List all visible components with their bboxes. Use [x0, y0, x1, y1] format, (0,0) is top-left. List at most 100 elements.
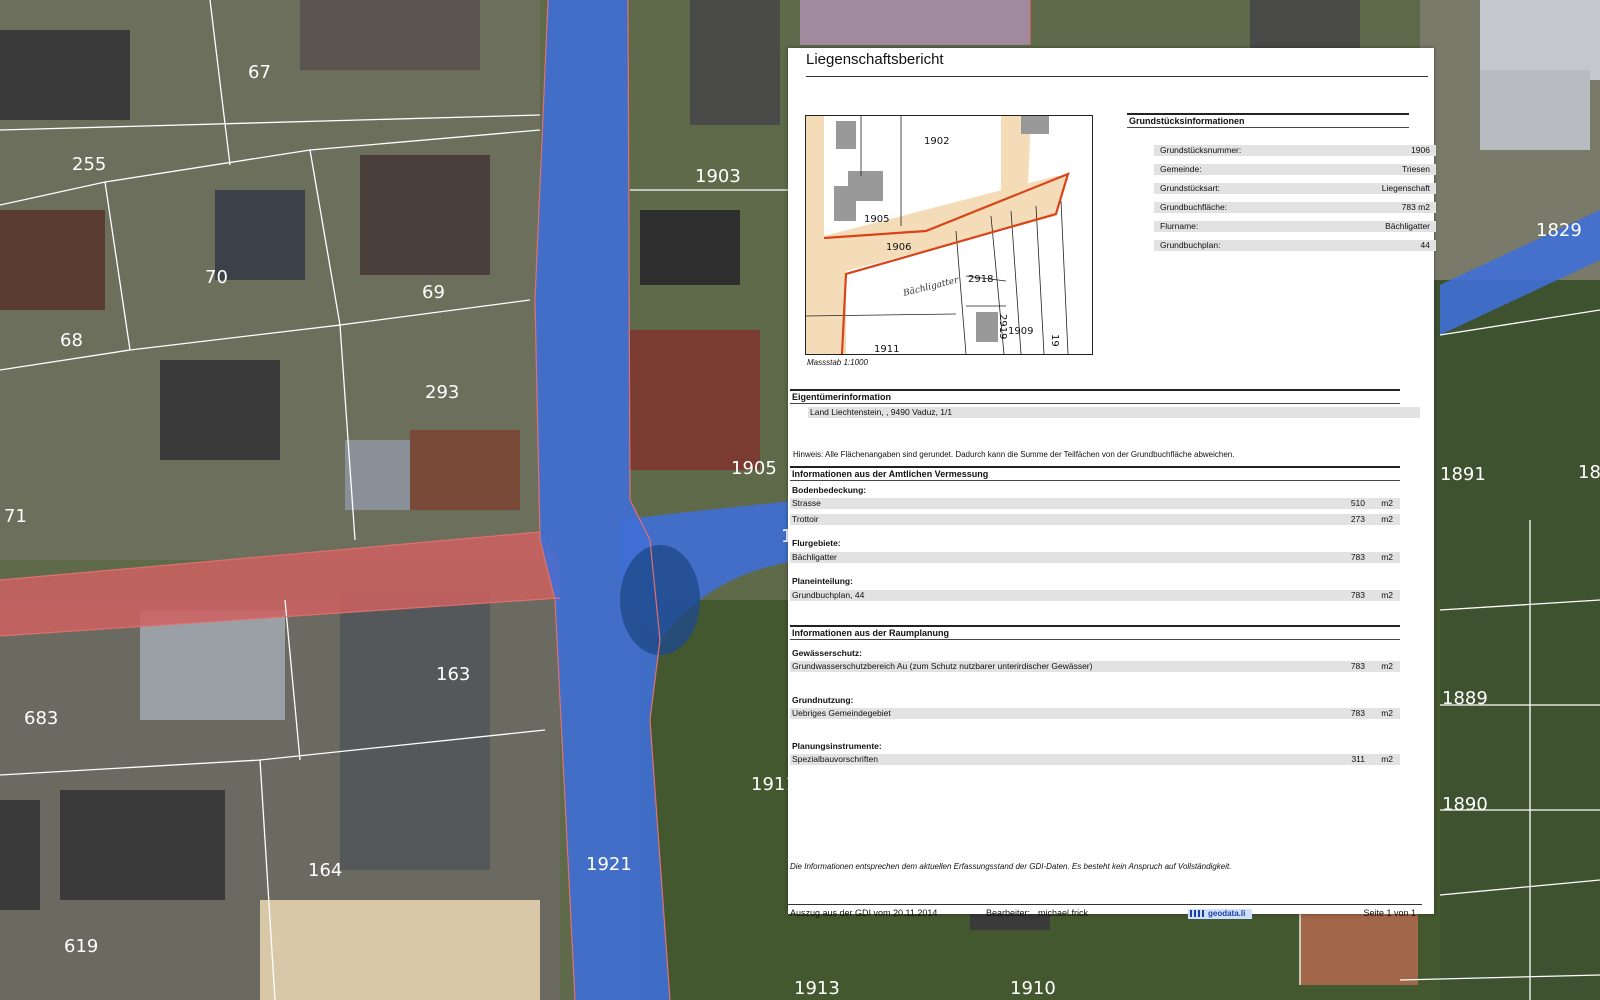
parcel-label: 67 — [248, 62, 271, 83]
parcel-info-key: Grundstücksart: — [1160, 183, 1220, 193]
parcel-info-key: Gemeinde: — [1160, 164, 1202, 174]
row-unit: m2 — [1381, 552, 1393, 562]
parcel-label: 68 — [60, 330, 83, 351]
mini-map-label: 1906 — [886, 242, 911, 253]
parcel-info-value: Bächligatter — [1385, 221, 1430, 231]
logo-text: geodata.li — [1208, 909, 1246, 918]
row-key: Grundbuchplan, 44 — [792, 590, 865, 600]
row-key: Spezialbauvorschriften — [792, 754, 878, 764]
parcel-info-row: Grundbuchplan: 44 — [1154, 240, 1436, 251]
row-value: 783 — [1350, 661, 1365, 671]
parcel-label: 1921 — [586, 854, 632, 875]
parcel-label: 1889 — [1442, 688, 1488, 709]
parcel-info-heading: Grundstücksinformationen — [1127, 113, 1409, 128]
parcel-label: 1890 — [1442, 794, 1488, 815]
page-number: Seite 1 von 1 — [1363, 908, 1416, 918]
bodenbedeckung-label: Bodenbedeckung: — [792, 485, 867, 495]
gewaesser-label: Gewässerschutz: — [792, 648, 862, 658]
parcel-info-value: Triesen — [1401, 164, 1430, 174]
parcel-info-row: Flurname: Bächligatter — [1154, 221, 1436, 232]
row-value: 783 — [1350, 708, 1365, 718]
flurgebiet-row: Bächligatter 783 m2 — [790, 552, 1400, 563]
parcel-info-key: Grundbuchplan: — [1160, 240, 1221, 250]
planeinteilung-row: Grundbuchplan, 44 783 m2 — [790, 590, 1400, 601]
parcel-info-key: Flurname: — [1160, 221, 1199, 231]
owner-value: Land Liechtenstein, , 9490 Vaduz, 1/1 — [810, 407, 953, 417]
extract-date: Auszug aus der GDI vom 20.11.2014 — [790, 908, 938, 918]
planeinteilung-label: Planeinteilung: — [792, 576, 853, 586]
footer-divider — [788, 904, 1422, 905]
owner-row: Land Liechtenstein, , 9490 Vaduz, 1/1 — [808, 407, 1420, 418]
parcel-info-value: 44 — [1420, 240, 1430, 250]
mini-map-label: 1905 — [864, 214, 889, 225]
parcel-label: 683 — [24, 708, 58, 729]
parcel-label: 69 — [422, 282, 445, 303]
flurgebiete-label: Flurgebiete: — [792, 538, 841, 548]
parcel-label: 164 — [308, 860, 342, 881]
property-report: Liegenschaftsbericht 1902 1905 1906 2918… — [788, 48, 1436, 919]
parcel-label: 163 — [436, 664, 470, 685]
parcel-label: 71 — [4, 506, 27, 527]
row-value: 783 — [1350, 590, 1365, 600]
parcel-label: 70 — [205, 267, 228, 288]
parcel-label: 619 — [64, 936, 98, 957]
mini-map-label: 1911 — [874, 344, 899, 354]
row-unit: m2 — [1381, 514, 1393, 524]
parcel-label: 293 — [425, 382, 459, 403]
mini-map-label: 19 — [1049, 334, 1060, 347]
instrumente-row: Spezialbauvorschriften 311 m2 — [790, 754, 1400, 765]
survey-heading: Informationen aus der Amtlichen Vermessu… — [790, 466, 1400, 481]
disclaimer: Die Informationen entsprechen dem aktuel… — [790, 862, 1232, 871]
row-unit: m2 — [1381, 754, 1393, 764]
row-unit: m2 — [1381, 590, 1393, 600]
report-title: Liegenschaftsbericht — [806, 51, 944, 68]
row-key: Bächligatter — [792, 552, 837, 562]
row-key: Grundwasserschutzbereich Au (zum Schutz … — [792, 661, 1093, 671]
title-divider — [806, 76, 1428, 77]
parcel-info-key: Grundbuchfläche: — [1160, 202, 1228, 212]
parcel-label: 1891 — [1440, 464, 1486, 485]
coverage-row: Strasse 510 m2 — [790, 498, 1400, 509]
planning-heading: Informationen aus der Raumplanung — [790, 625, 1400, 640]
logo-bars-icon — [1190, 910, 1206, 918]
map-scale: Massstab 1:1000 — [807, 358, 868, 367]
row-value: 783 — [1350, 552, 1365, 562]
editor-label: Bearbeiter: — [986, 908, 1031, 918]
row-key: Trottoir — [792, 514, 819, 524]
row-unit: m2 — [1381, 708, 1393, 718]
rounding-hint: Hinweis: Alle Flächenangaben sind gerund… — [793, 450, 1235, 459]
row-key: Strasse — [792, 498, 821, 508]
geodata-logo[interactable]: geodata.li — [1188, 909, 1252, 919]
row-unit: m2 — [1381, 498, 1393, 508]
parcel-label: 255 — [72, 154, 106, 175]
row-value: 510 — [1350, 498, 1365, 508]
mini-map-label: Bächligatter — [901, 275, 960, 299]
row-key: Uebriges Gemeindegebiet — [792, 708, 891, 718]
row-unit: m2 — [1381, 661, 1393, 671]
parcel-info-row: Grundbuchfläche: 783 m2 — [1154, 202, 1436, 213]
parcel-info-row: Grundstücksart: Liegenschaft — [1154, 183, 1436, 194]
mini-map-label: 2918 — [968, 274, 993, 285]
coverage-row: Trottoir 273 m2 — [790, 514, 1400, 525]
grundnutzung-label: Grundnutzung: — [792, 695, 854, 705]
parcel-info-value: 783 m2 — [1401, 202, 1430, 212]
parcel-info-row: Grundstücksnummer: 1906 — [1154, 145, 1436, 156]
mini-map-label: 2919 — [997, 314, 1008, 339]
parcel-label: 1910 — [1010, 978, 1056, 999]
row-value: 273 — [1350, 514, 1365, 524]
parcel-info-key: Grundstücksnummer: — [1160, 145, 1242, 155]
parcel-info-row: Gemeinde: Triesen — [1154, 164, 1436, 175]
mini-map-label: 1909 — [1008, 326, 1033, 337]
editor-name: michael.frick — [1038, 908, 1089, 918]
owner-heading: Eigentümerinformation — [790, 389, 1400, 404]
parcel-info-value: 1906 — [1411, 145, 1430, 155]
parcel-label: 1905 — [731, 458, 777, 479]
parcel-label: 1913 — [794, 978, 840, 999]
parcel-label: 1829 — [1536, 220, 1582, 241]
gewaesser-row: Grundwasserschutzbereich Au (zum Schutz … — [790, 661, 1400, 672]
parcel-label: 1903 — [695, 166, 741, 187]
row-value: 311 — [1351, 754, 1365, 764]
instrumente-label: Planungsinstrumente: — [792, 741, 882, 751]
parcel-label: 18 — [1578, 462, 1600, 483]
parcel-mini-map[interactable]: 1902 1905 1906 2918 Bächligatter 2919 19… — [805, 115, 1093, 355]
